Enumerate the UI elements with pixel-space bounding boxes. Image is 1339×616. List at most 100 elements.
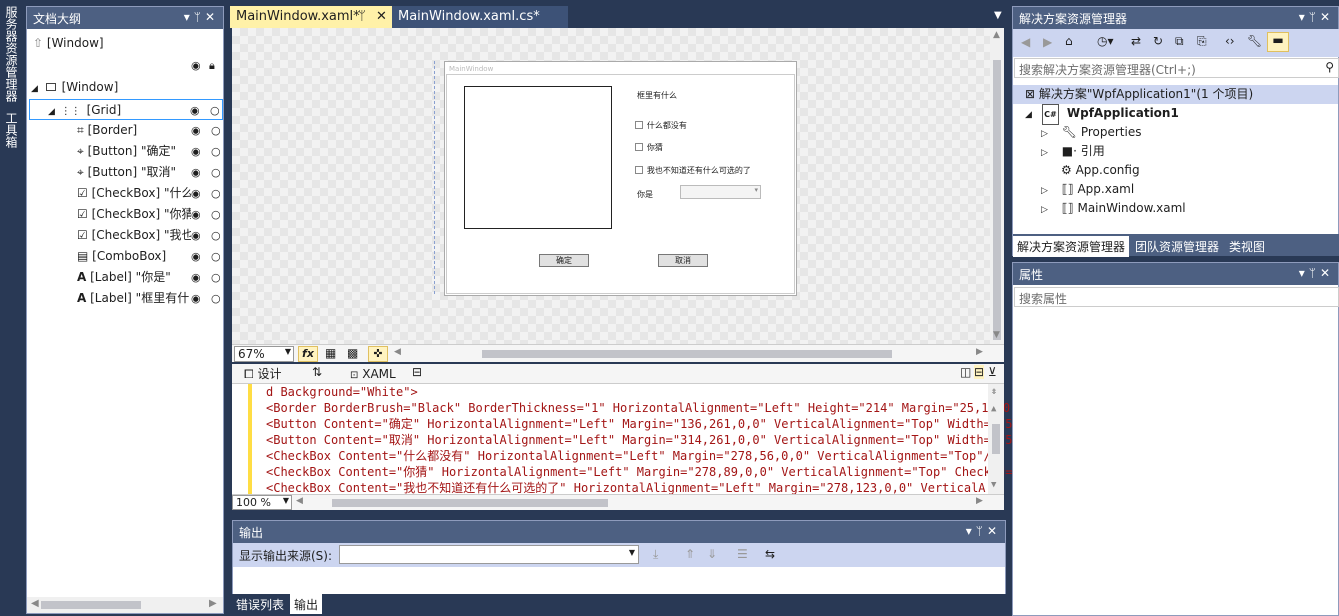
tree-item-checkbox-1[interactable]: ☑ [CheckBox] "什么 ◉ ○ [77,183,223,204]
dropdown-icon[interactable]: ▾ [966,524,976,538]
sync-icon[interactable]: ⇄ [1131,34,1141,48]
lock-open-icon[interactable]: ○ [211,183,221,204]
tab-output[interactable]: 输出 [290,594,323,614]
eye-icon[interactable]: ◉ [191,59,201,72]
expand-icon[interactable]: ◢ [48,107,55,117]
tree-item-references[interactable]: ▷ ■· 引用 [1041,142,1105,161]
close-icon[interactable]: ✕ [1320,266,1334,280]
eye-icon[interactable]: ◉ [190,100,200,121]
outline-top-window[interactable]: ⇧ [Window] [33,33,104,54]
snap-grid-icon[interactable]: ▩ [347,346,358,360]
design-hscroll-thumb[interactable] [482,350,892,358]
view-code-icon[interactable]: ‹› [1225,34,1235,48]
dropdown-icon[interactable]: ▾ [184,10,194,24]
lock-open-icon[interactable]: ○ [211,120,221,141]
preview-icon[interactable]: ▬ [1267,32,1289,52]
lock-open-icon[interactable]: ○ [211,162,221,183]
lock-open-icon[interactable]: ○ [211,246,221,267]
clear-all-icon[interactable]: ☰ [737,547,748,561]
lock-open-icon[interactable]: ○ [210,100,220,121]
tab-xaml[interactable]: ⊡ XAML [350,367,396,381]
back-icon[interactable]: ◀ [1021,35,1030,49]
home-icon[interactable]: ⌂ [1065,34,1073,48]
tree-item-mainwindow-xaml[interactable]: ▷ ⟦⟧ MainWindow.xaml [1041,199,1186,218]
grid-toggle-icon[interactable]: ▦ [325,346,336,360]
tree-item-label-2[interactable]: A [Label] "框里有什 ◉ ○ [77,288,223,309]
code-vscrollbar[interactable]: ⇳ ▲ ▼ [988,384,1004,494]
tab-mainwindow-xaml[interactable]: MainWindow.xaml* ᛘ ✕ [230,6,392,28]
server-explorer-tab[interactable]: 服务器资源管理器 [3,6,19,102]
tree-item-window[interactable]: ◢ [Window] [31,77,118,98]
tree-item-app-xaml[interactable]: ▷ ⟦⟧ App.xaml [1041,180,1134,199]
tree-item-properties[interactable]: ▷ 🔧︎ Properties [1041,123,1141,142]
solution-search-input[interactable]: 搜索解决方案资源管理器(Ctrl+;) ⚲ [1014,58,1339,78]
tab-design[interactable]: ⧠ 设计 [244,365,281,382]
pending-changes-icon[interactable]: ◷▾ [1097,34,1114,48]
designed-checkbox-1[interactable]: 什么都没有 [635,117,687,131]
fx-button[interactable]: fx [298,346,318,362]
designed-checkbox-2[interactable]: 你猜 [635,139,663,153]
collapse-pane-icon[interactable]: ⊟ [412,365,422,379]
tree-item-combobox[interactable]: ▤ [ComboBox] ◉ ○ [77,246,223,267]
tab-class-view[interactable]: 类视图 [1225,236,1269,257]
close-icon[interactable]: ✕ [1320,10,1334,24]
pin-icon[interactable]: ᛘ [358,9,366,24]
collapse-all-icon[interactable]: ⧉ [1175,34,1184,49]
vertical-split-icon[interactable]: ◫ [960,365,971,379]
tree-item-project[interactable]: ◢ C# WpfApplication1 [1025,104,1179,125]
tab-mainwindow-xaml-cs[interactable]: MainWindow.xaml.cs* [392,6,568,28]
lock-open-icon[interactable]: ○ [211,141,221,162]
lock-open-icon[interactable]: ○ [211,204,221,225]
design-vscrollbar[interactable]: ▲ ▼ [990,28,1004,344]
properties-search-input[interactable]: 搜索属性 [1014,287,1339,307]
tree-item-border[interactable]: ⌗ [Border] ◉ ○ [77,120,223,141]
forward-icon[interactable]: ▶ [1043,35,1052,49]
eye-icon[interactable]: ◉ [191,141,201,162]
prev-message-icon[interactable]: ⇑ [685,547,695,561]
pin-icon[interactable]: ᛘ [194,10,205,24]
designed-border[interactable] [464,86,612,229]
eye-icon[interactable]: ◉ [191,204,201,225]
show-all-files-icon[interactable]: ⎘ [1197,34,1207,49]
designed-ok-button[interactable]: 确定 [539,254,589,267]
designed-label-you[interactable]: 你是 [637,189,653,200]
pin-icon[interactable]: ᛘ [1309,10,1320,24]
designed-checkbox-3[interactable]: 我也不知道还有什么可选的了 [635,162,751,176]
tree-item-solution[interactable]: ⊠ 解决方案"WpfApplication1"(1 个项目) [1013,85,1338,104]
eye-icon[interactable]: ◉ [191,246,201,267]
tree-item-checkbox-3[interactable]: ☑ [CheckBox] "我也 ◉ ○ [77,225,223,246]
dropdown-icon[interactable]: ▾ [1299,266,1309,280]
eye-icon[interactable]: ◉ [191,162,201,183]
snap-lines-icon[interactable]: ✜ [368,346,388,362]
designed-combobox[interactable]: ▾ [680,185,761,199]
eye-icon[interactable]: ◉ [191,120,201,141]
eye-icon[interactable]: ◉ [191,183,201,204]
tab-dropdown-icon[interactable]: ▼ [994,10,1002,21]
lock-icon[interactable]: 🔒︎ [209,59,215,73]
code-hscroll-thumb[interactable] [332,499,608,507]
next-message-icon[interactable]: ⇓ [707,547,717,561]
expand-icon[interactable]: ◢ [31,84,38,94]
output-source-dropdown[interactable]: ▼ [339,545,639,564]
tree-item-label-1[interactable]: A [Label] "你是" ◉ ○ [77,267,223,288]
goto-source-icon[interactable]: ⤓ [653,547,658,562]
tree-item-checkbox-2[interactable]: ☑ [CheckBox] "你猜 ◉ ○ [77,204,223,225]
tab-solution-explorer[interactable]: 解决方案资源管理器 [1013,236,1130,257]
dropdown-icon[interactable]: ▾ [1299,10,1309,24]
collapse-icon[interactable]: ⊻ [988,365,997,379]
pin-icon[interactable]: ᛘ [976,524,987,538]
tree-item-app-config[interactable]: ⚙︎ App.config [1061,161,1140,180]
word-wrap-icon[interactable]: ⇆ [765,547,775,561]
pin-icon[interactable]: ᛘ [1309,266,1320,280]
swap-panes-icon[interactable]: ⇅ [312,365,322,379]
tab-error-list[interactable]: 错误列表 [232,594,288,614]
close-icon[interactable]: ✕ [376,9,387,24]
lock-open-icon[interactable]: ○ [211,267,221,288]
scroll-left-icon[interactable]: ◀ [394,347,401,357]
designed-label-box[interactable]: 框里有什么 [637,90,677,101]
scroll-right-icon[interactable]: ▶ [976,347,983,357]
tree-item-grid[interactable]: ◢ ⋮⋮ [Grid] ◉ ○ [29,99,223,120]
close-icon[interactable]: ✕ [205,10,219,24]
eye-icon[interactable]: ◉ [191,225,201,246]
tab-team-explorer[interactable]: 团队资源管理器 [1131,236,1223,257]
